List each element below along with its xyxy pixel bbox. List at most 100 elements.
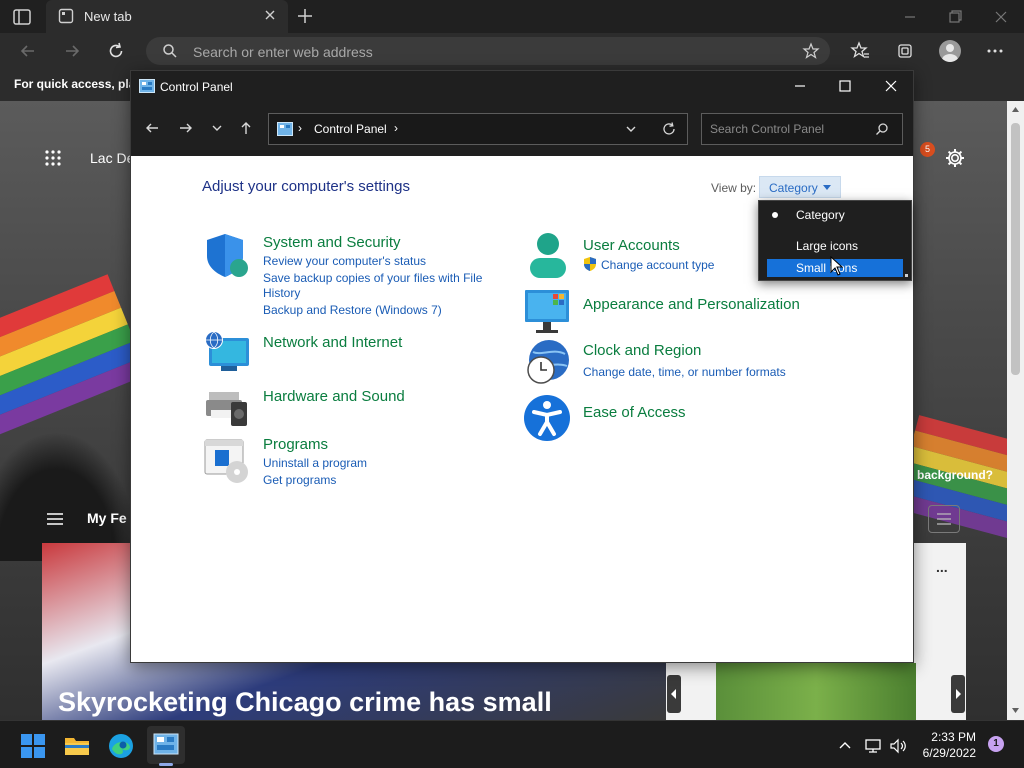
category-user-accounts: User Accounts Change account type (523, 232, 763, 282)
appearance-monitor-icon (525, 290, 569, 333)
collections-icon[interactable] (895, 41, 915, 61)
favorites-icon[interactable] (850, 41, 870, 61)
minecraft-image (716, 663, 916, 721)
page-settings-gear-icon[interactable] (944, 147, 966, 169)
cp-recent-chevron-icon[interactable] (209, 120, 225, 136)
scrollbar-thumb[interactable] (1011, 123, 1020, 375)
close-tab-icon[interactable] (262, 7, 278, 23)
scroll-down-icon[interactable] (1011, 706, 1020, 715)
change-formats-link[interactable]: Change date, time, or number formats (583, 365, 786, 379)
browser-close-icon[interactable] (991, 8, 1011, 26)
view-option-small-icons-label: Small icons (796, 261, 858, 275)
taskbar-control-panel-button[interactable] (147, 726, 185, 764)
layout-lines-icon (937, 513, 951, 525)
new-tab-favicon-icon (58, 8, 74, 24)
background-crowd (0, 431, 140, 561)
cp-close-icon[interactable] (883, 78, 899, 94)
system-security-title[interactable]: System and Security (263, 234, 401, 251)
news-headline[interactable]: Skyrocketing Chicago crime has small (58, 687, 552, 718)
more-options-icon[interactable] (985, 41, 1005, 61)
programs-title[interactable]: Programs (263, 436, 328, 453)
cp-forward-icon[interactable] (178, 120, 194, 136)
favorites-bar-prompt: For quick access, plac (14, 77, 143, 91)
selected-bullet-icon (772, 212, 778, 218)
change-account-type-link[interactable]: Change account type (601, 258, 714, 272)
add-favorite-star-icon[interactable] (802, 42, 820, 60)
view-by-arrow-icon (823, 185, 831, 190)
cp-navigation-bar: › Control Panel › Search Control Panel (131, 101, 913, 156)
clock-region-title[interactable]: Clock and Region (583, 342, 701, 359)
cp-maximize-icon[interactable] (837, 78, 853, 94)
cp-search-box[interactable]: Search Control Panel (701, 113, 903, 145)
notification-center-badge[interactable]: 1 (988, 736, 1004, 752)
control-panel-app-icon (139, 79, 155, 93)
feed-layout-button[interactable] (928, 505, 960, 533)
save-backup-link-continued[interactable]: History (263, 286, 300, 300)
carousel-next-button[interactable] (951, 675, 965, 713)
card-more-options[interactable]: ... (936, 559, 948, 575)
category-network-internet: Network and Internet (203, 328, 493, 376)
feed-menu-icon[interactable] (46, 512, 64, 526)
tab-actions-icon[interactable] (12, 8, 32, 26)
clock-globe-icon (527, 340, 569, 384)
cp-refresh-icon[interactable] (661, 121, 677, 137)
background-prompt[interactable]: background? (917, 468, 993, 482)
profile-avatar[interactable] (939, 40, 961, 62)
edge-browser-icon[interactable] (108, 733, 134, 759)
taskbar-clock[interactable]: 2:33 PM 6/29/2022 (918, 729, 976, 761)
category-programs: Programs Uninstall a program Get program… (203, 436, 493, 492)
network-globe-icon (205, 331, 249, 371)
refresh-icon[interactable] (106, 41, 126, 61)
view-option-large-icons[interactable]: Large icons (767, 237, 903, 255)
category-ease-of-access: Ease of Access (523, 394, 763, 442)
user-accounts-icon (530, 233, 566, 278)
view-by-dropdown[interactable]: Category (759, 176, 841, 198)
control-panel-window: Control Panel › Control Panel › Search C… (130, 70, 914, 663)
file-explorer-icon[interactable] (64, 733, 90, 759)
my-feed-label[interactable]: My Fe (87, 510, 127, 526)
view-option-category[interactable]: Category (767, 206, 903, 224)
breadcrumb-chevron-icon[interactable]: › (394, 121, 398, 135)
cp-address-bar[interactable]: › Control Panel › (268, 113, 688, 145)
search-icon (163, 44, 177, 58)
category-system-security: System and Security Review your computer… (203, 232, 493, 317)
page-scrollbar[interactable] (1007, 101, 1024, 721)
back-arrow-icon[interactable] (18, 41, 38, 61)
cp-up-arrow-icon[interactable] (238, 120, 254, 136)
new-tab-plus-icon[interactable] (296, 7, 314, 25)
ease-of-access-title[interactable]: Ease of Access (583, 404, 686, 421)
carousel-prev-button[interactable] (667, 675, 681, 713)
taskbar-control-panel-icon (153, 733, 179, 755)
save-backup-link[interactable]: Save backup copies of your files with Fi… (263, 271, 482, 285)
scroll-up-icon[interactable] (1011, 105, 1020, 114)
apps-grid-icon[interactable] (44, 149, 62, 167)
browser-restore-icon[interactable] (945, 8, 965, 26)
appearance-title[interactable]: Appearance and Personalization (583, 296, 800, 313)
category-hardware-sound: Hardware and Sound (203, 382, 493, 430)
network-icon[interactable] (864, 737, 882, 755)
cp-search-icon[interactable] (875, 122, 889, 136)
user-accounts-title[interactable]: User Accounts (583, 237, 680, 254)
browser-minimize-icon[interactable] (900, 8, 920, 26)
cp-window-title: Control Panel (160, 80, 233, 94)
show-hidden-icons-chevron-icon[interactable] (836, 737, 854, 755)
address-bar[interactable]: Search or enter web address (146, 37, 830, 65)
breadcrumb-control-panel[interactable]: Control Panel (314, 122, 387, 136)
menu-resize-grip[interactable] (905, 274, 908, 277)
cp-minimize-icon[interactable] (792, 78, 808, 94)
review-status-link[interactable]: Review your computer's status (263, 254, 426, 268)
notification-badge: 5 (920, 142, 935, 157)
cp-back-icon[interactable] (144, 120, 160, 136)
address-dropdown-chevron-icon[interactable] (624, 122, 638, 136)
network-internet-title[interactable]: Network and Internet (263, 334, 402, 351)
start-windows-icon[interactable] (20, 733, 46, 759)
hardware-sound-title[interactable]: Hardware and Sound (263, 388, 405, 405)
weather-location[interactable]: Lac De (90, 150, 134, 166)
get-programs-link[interactable]: Get programs (263, 473, 336, 487)
volume-icon[interactable] (889, 737, 907, 755)
uninstall-program-link[interactable]: Uninstall a program (263, 456, 367, 470)
cp-title-bar[interactable]: Control Panel (131, 71, 913, 101)
backup-restore-link[interactable]: Backup and Restore (Windows 7) (263, 303, 442, 317)
forward-arrow-icon[interactable] (62, 41, 82, 61)
tab-new-tab[interactable]: New tab (46, 0, 288, 33)
